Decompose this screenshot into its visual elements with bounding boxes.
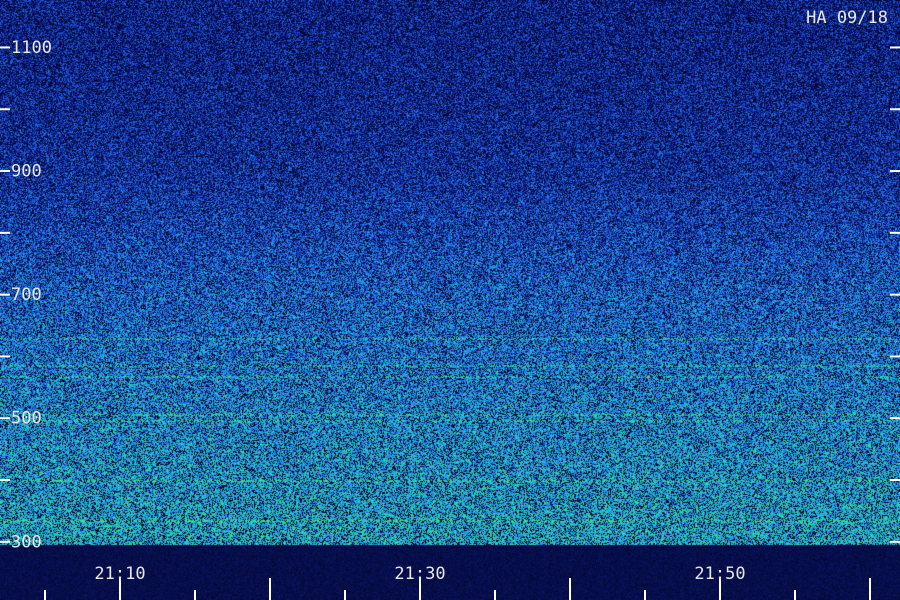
- station-date-label: HA 09/18: [806, 8, 888, 28]
- chart-overlay: 1100 900 700 500 300 21:10 21:30 21:50 HA 09/1…: [0, 8, 900, 600]
- y-tick-label: 900: [11, 162, 42, 182]
- y-axis-tick-labels: 1100 900 700 500 300: [11, 38, 52, 552]
- x-axis-ticks: [44, 578, 871, 600]
- y-tick-label: 300: [11, 532, 42, 552]
- x-tick-label: 21:50: [694, 564, 745, 584]
- y-axis-right-ticks: [890, 46, 900, 543]
- x-axis-tick-labels: 21:10 21:30 21:50: [94, 564, 745, 584]
- y-tick-label: 500: [11, 409, 42, 429]
- y-tick-label: 700: [11, 285, 42, 305]
- y-tick-label: 1100: [11, 38, 52, 58]
- x-tick-label: 21:10: [94, 564, 145, 584]
- y-axis-left-ticks: [0, 46, 10, 543]
- x-tick-label: 21:30: [394, 564, 445, 584]
